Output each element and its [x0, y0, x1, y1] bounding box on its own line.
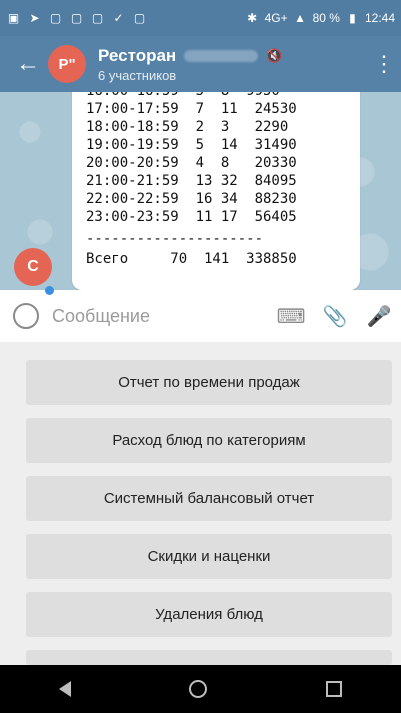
app-icon: ▢	[70, 11, 83, 25]
app-icon: ▢	[49, 11, 62, 25]
chat-subtitle: 6 участников	[98, 67, 177, 83]
bluetooth-icon: ✱	[247, 11, 258, 25]
emoji-badge-dot	[45, 286, 54, 295]
back-triangle-icon[interactable]	[59, 681, 72, 697]
network-label: 4G+	[264, 11, 288, 25]
chat-avatar[interactable]: Р"	[48, 45, 86, 83]
recents-square-icon[interactable]	[325, 681, 342, 697]
message-row: 18:00-18:59 2 3 2290	[86, 119, 289, 135]
message-row: 19:00-19:59 5 14 31490	[86, 137, 297, 153]
emoji-face	[13, 303, 39, 329]
attach-icon[interactable]: 📎	[313, 290, 357, 342]
message-input-bar: Сообщение ⌨ 📎 🎤	[0, 286, 401, 343]
message-line-partial: 16:00-16:59 5 8 9950	[86, 92, 280, 100]
status-bar: ▣ ➤ ▢ ▢ ▢ ✓ ▢ ✱ 4G+ ▲ 80 % ▮ 12:44	[0, 0, 401, 36]
sender-avatar[interactable]: С	[14, 248, 52, 286]
message-row: 21:00-21:59 13 32 84095	[86, 173, 297, 189]
chat-title: Ресторан	[98, 45, 177, 65]
bot-button-partial[interactable]	[26, 650, 392, 665]
bot-button-deletions[interactable]: Удаления блюд	[26, 592, 392, 637]
home-circle-icon[interactable]	[189, 680, 208, 698]
bot-button-categories[interactable]: Расход блюд по категориям	[26, 418, 392, 463]
battery-icon: ▮	[349, 11, 356, 25]
message-row: 23:00-23:59 11 17 56405	[86, 209, 297, 225]
bot-keyboard: Отчет по времени продаж Расход блюд по к…	[0, 342, 401, 665]
check-circle-icon: ✓	[113, 11, 124, 25]
chat-title-area[interactable]: Ресторан 🔇 6 участников	[98, 46, 367, 83]
keyboard-icon[interactable]: ⌨	[269, 290, 313, 342]
image-icon: ▣	[7, 11, 20, 25]
send-icon: ➤	[29, 11, 40, 25]
mic-icon[interactable]: 🎤	[357, 290, 401, 342]
chat-header: ← Р" Ресторан 🔇 6 участников ⋮	[0, 36, 401, 92]
message-total: Всего 70 141 338850	[86, 251, 297, 267]
clock: 12:44	[364, 11, 395, 25]
message-row: 22:00-22:59 16 34 88230	[86, 191, 297, 207]
bot-button-discounts[interactable]: Скидки и наценки	[26, 534, 392, 579]
message-bubble[interactable]: 16:00-16:59 5 8 9950 17:00-17:59 7 11 24…	[72, 92, 360, 290]
message-input[interactable]: Сообщение	[52, 306, 269, 327]
battery-percent: 80 %	[312, 11, 340, 25]
more-vert-icon[interactable]: ⋮	[367, 36, 401, 92]
emoji-icon[interactable]	[0, 286, 54, 342]
muted-icon: 🔇	[266, 47, 283, 63]
status-right: ✱ 4G+ ▲ 80 % ▮ 12:44	[245, 11, 395, 26]
app-icon: ▢	[133, 11, 146, 25]
message-row: 20:00-20:59 4 8 20330	[86, 155, 297, 171]
chat-area[interactable]: 16:00-16:59 5 8 9950 17:00-17:59 7 11 24…	[0, 92, 401, 290]
status-left-icons: ▣ ➤ ▢ ▢ ▢ ✓ ▢	[6, 11, 147, 26]
message-separator: ---------------------	[86, 231, 264, 247]
message-row: 17:00-17:59 7 11 24530	[86, 101, 297, 117]
system-nav-bar	[0, 665, 401, 713]
title-redacted	[184, 49, 259, 62]
bot-button-sales-time[interactable]: Отчет по времени продаж	[26, 360, 392, 405]
signal-icon: ▲	[294, 11, 307, 25]
bot-button-balance[interactable]: Системный балансовый отчет	[26, 476, 392, 521]
app-icon: ▢	[91, 11, 104, 25]
